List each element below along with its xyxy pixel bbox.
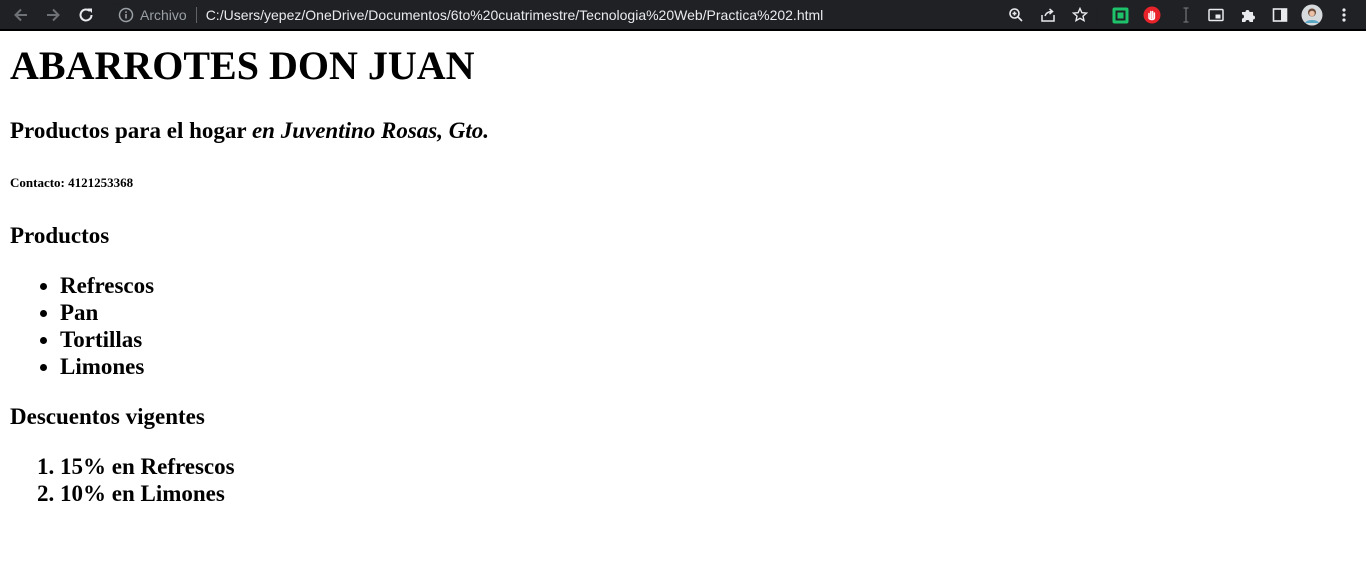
extension-red-button[interactable]: [1141, 4, 1163, 26]
info-icon: [118, 7, 134, 23]
products-list: Refrescos Pan Tortillas Limones: [0, 272, 154, 380]
side-panel-icon: [1272, 8, 1288, 22]
product-item: Pan: [60, 299, 154, 326]
zoom-button[interactable]: [1005, 4, 1027, 26]
share-icon: [1041, 8, 1055, 22]
page-content: ABARROTES DON JUAN Productos para el hog…: [0, 33, 1366, 571]
omnibox-divider: [195, 7, 197, 23]
subtitle-text: Productos para el hogar: [10, 118, 252, 143]
back-button[interactable]: [9, 3, 33, 27]
extension-red-hand-icon: [1143, 6, 1161, 24]
site-info-button[interactable]: Archivo: [118, 7, 187, 23]
side-panel-button[interactable]: [1269, 4, 1291, 26]
share-button[interactable]: [1037, 4, 1059, 26]
product-item: Refrescos: [60, 272, 154, 299]
discounts-list: 15% en Refrescos 10% en Limones: [0, 453, 235, 507]
puzzle-icon: [1242, 10, 1255, 22]
extensions-button[interactable]: [1237, 4, 1259, 26]
url-text[interactable]: C:/Users/yepez/OneDrive/Documentos/6to%2…: [206, 7, 824, 23]
more-menu-button[interactable]: [1333, 4, 1355, 26]
text-cursor-icon: [1183, 7, 1189, 23]
profile-button[interactable]: [1301, 4, 1323, 26]
zoom-icon: [1009, 8, 1023, 22]
discounts-heading: Descuentos vigentes: [10, 404, 205, 429]
picture-in-picture-button[interactable]: [1205, 4, 1227, 26]
address-bar[interactable]: Archivo C:/Users/yepez/OneDrive/Document…: [108, 3, 1098, 27]
products-heading: Productos: [10, 223, 110, 248]
site-info-label: Archivo: [140, 7, 187, 23]
forward-arrow-icon: [47, 8, 60, 22]
reload-icon: [79, 8, 93, 22]
subtitle-location: en Juventino Rosas, Gto.: [251, 118, 490, 143]
text-cursor-button[interactable]: [1175, 4, 1197, 26]
back-arrow-icon: [14, 8, 27, 22]
star-icon: [1072, 7, 1088, 22]
contact-info: Contacto: 4121253368: [10, 175, 134, 190]
product-item: Tortillas: [60, 326, 154, 353]
forward-button[interactable]: [41, 3, 65, 27]
reload-button[interactable]: [74, 3, 98, 27]
discount-item: 15% en Refrescos: [60, 453, 235, 480]
page-title: ABARROTES DON JUAN: [10, 43, 475, 88]
more-vert-icon: [1342, 8, 1346, 22]
profile-avatar: [1301, 4, 1323, 26]
extension-green-icon: [1112, 7, 1128, 23]
page-subtitle: Productos para el hogar en Juventino Ros…: [10, 118, 489, 144]
product-item: Limones: [60, 353, 154, 380]
discount-item: 10% en Limones: [60, 480, 235, 507]
bookmark-button[interactable]: [1069, 4, 1091, 26]
browser-toolbar: Archivo C:/Users/yepez/OneDrive/Document…: [0, 0, 1366, 31]
picture-in-picture-icon: [1208, 8, 1224, 22]
extension-green-button[interactable]: [1109, 4, 1131, 26]
